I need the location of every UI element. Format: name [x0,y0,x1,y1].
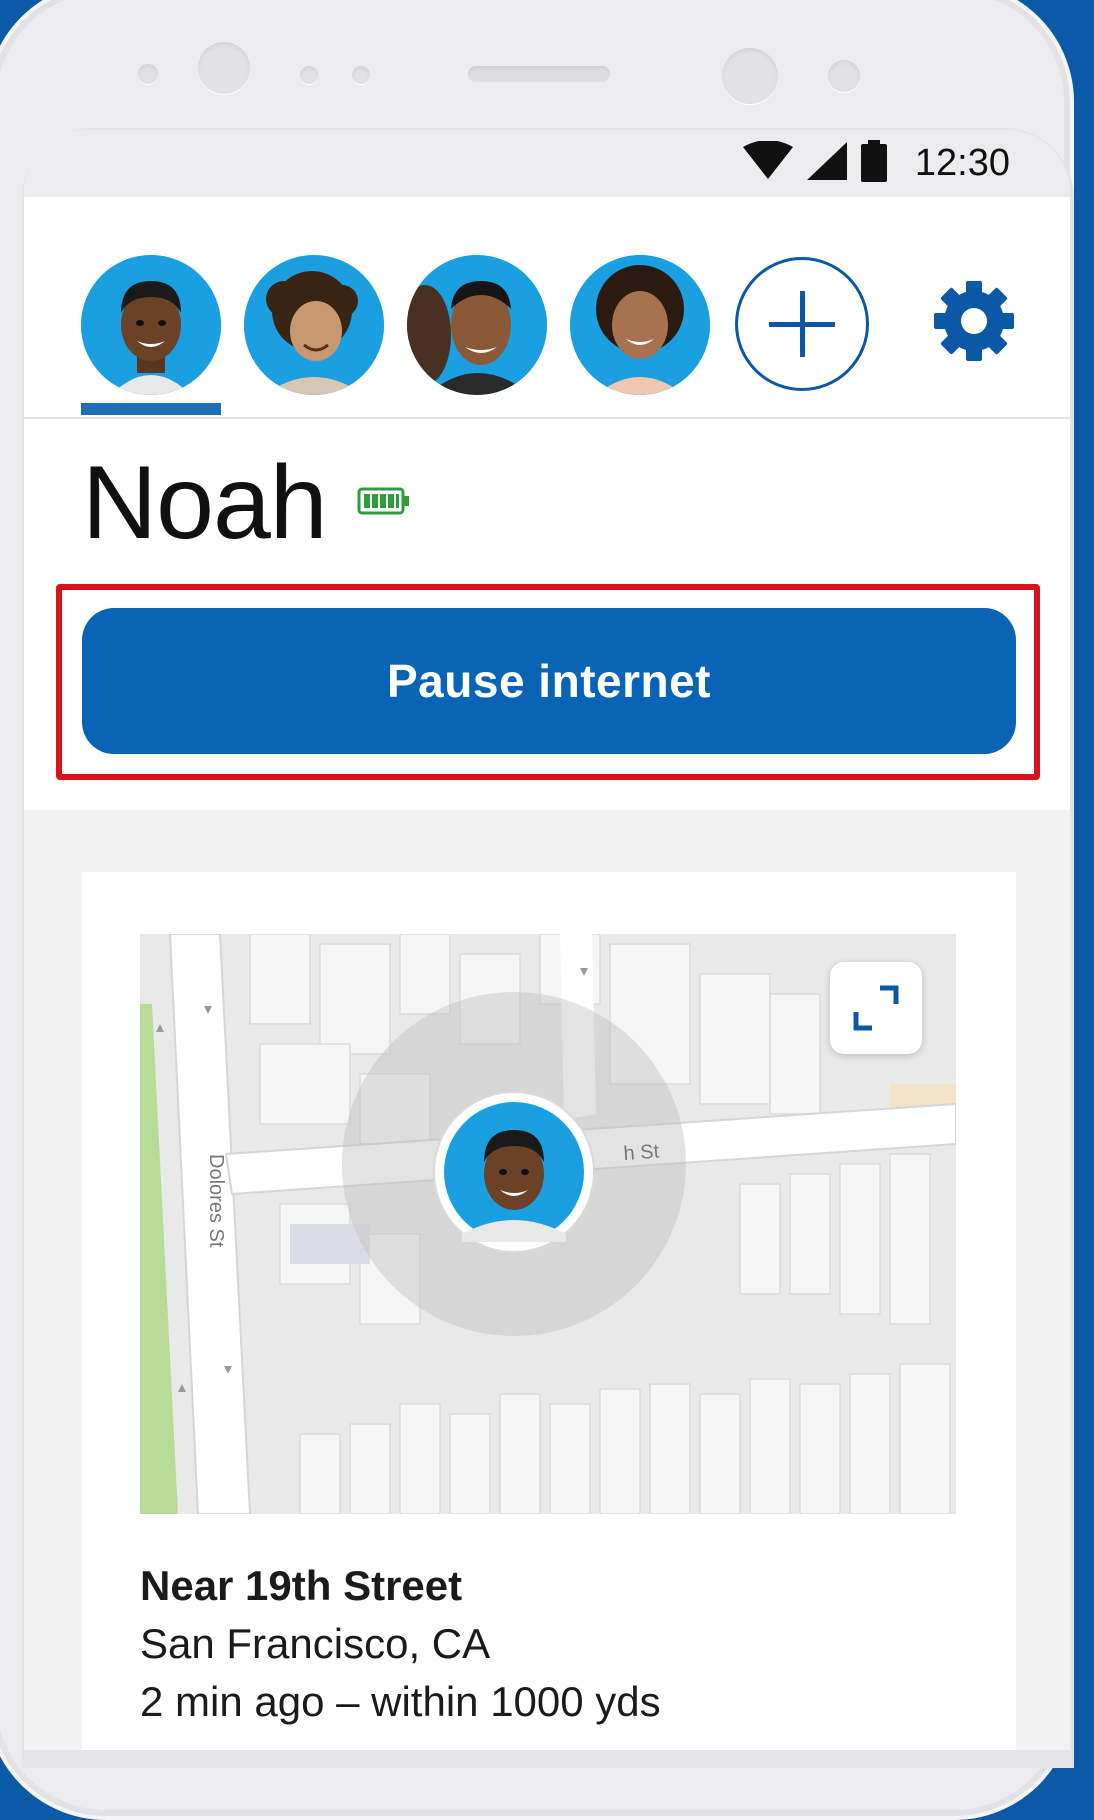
sensor-dot [352,66,370,84]
status-time: 12:30 [914,142,1010,184]
avatar-adult-2[interactable] [570,255,710,395]
child-name: Noah [82,445,328,561]
proximity-sensor [722,48,778,104]
location-pin-avatar[interactable] [433,1091,595,1253]
profile-switcher [24,197,1070,419]
settings-gear-icon[interactable] [932,279,1016,363]
earpiece-speaker [468,66,610,82]
location-timestamp: 2 min ago – within 1000 yds [140,1678,661,1725]
front-camera [198,42,250,94]
expand-map-icon[interactable] [830,962,922,1054]
street-label-dolores: Dolores St [205,1154,227,1248]
selected-profile-indicator [81,403,221,415]
avatar-noah[interactable] [81,255,221,395]
location-card: Dolores St h St Near 19th Street San Fra… [82,872,1016,1750]
sensor-dot [828,60,860,92]
add-member-button[interactable] [735,257,869,391]
sensor-dot [300,66,318,84]
location-map[interactable]: Dolores St h St [140,934,956,1514]
cell-signal-icon [806,142,847,185]
avatar-adult-1[interactable] [407,255,547,395]
status-bar: 12:30 [24,130,1070,197]
location-title: Near 19th Street [140,1562,463,1609]
app-screen: 12:30 Noah Pause internet Dolores St h S… [24,130,1070,1750]
pause-internet-button[interactable]: Pause internet [82,608,1016,754]
street-label-partial: h St [623,1141,660,1165]
battery-full-icon [357,487,411,520]
sensor-dot [138,64,158,84]
battery-status-icon [860,140,887,187]
child-header: Noah [82,448,411,558]
avatar-child-2[interactable] [244,255,384,395]
wifi-icon [742,140,793,186]
location-city: San Francisco, CA [140,1620,491,1667]
